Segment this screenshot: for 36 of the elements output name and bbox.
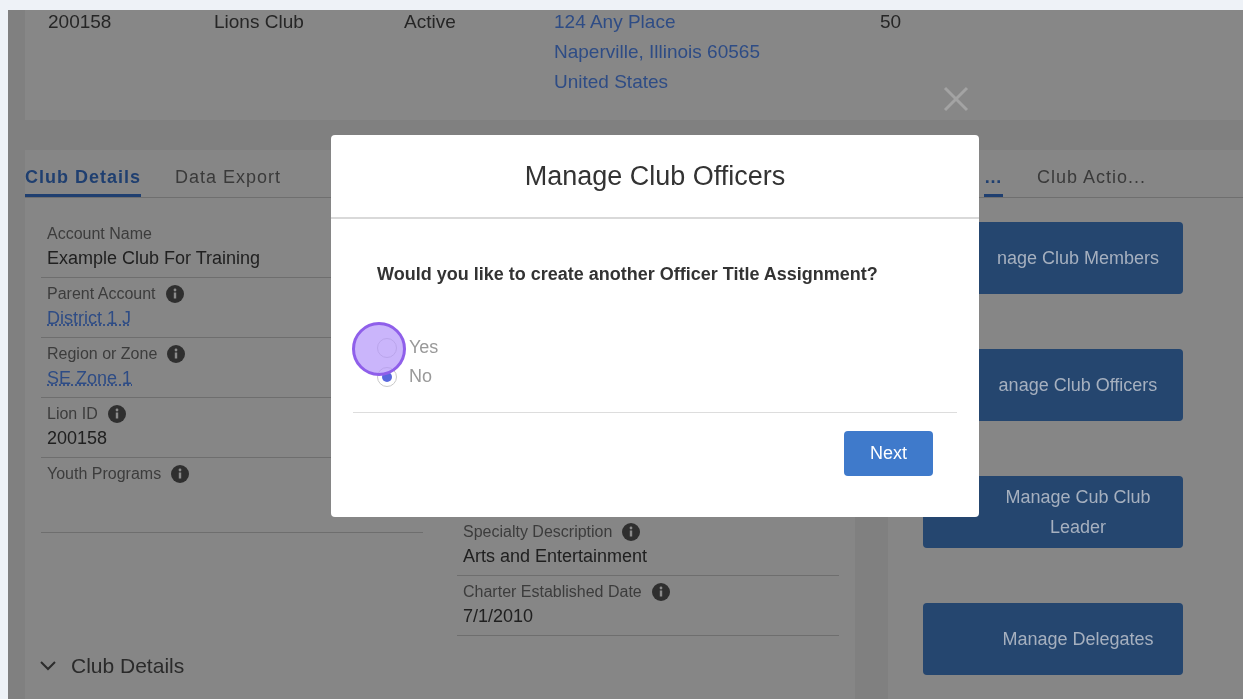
tab[interactable]: Club Actio... <box>1037 150 1147 197</box>
info-icon[interactable] <box>165 285 184 303</box>
field-link[interactable]: SE Zone 1 <box>47 368 133 389</box>
field-label: Parent Account <box>47 285 156 303</box>
action-button[interactable]: Manage Delegates <box>923 603 1183 675</box>
field-value: Example Club For Training <box>47 248 262 269</box>
tab[interactable]: Club Details <box>25 150 142 197</box>
header-cell: Active <box>404 10 456 33</box>
field-label: Lion ID <box>47 405 98 423</box>
field-label: Youth Programs <box>47 465 162 483</box>
radio-label[interactable]: Yes <box>409 337 439 358</box>
section-header[interactable]: Club Details <box>39 654 185 678</box>
info-icon[interactable] <box>622 523 641 541</box>
info-icon[interactable] <box>651 583 670 601</box>
header-cell: 200158 <box>48 10 112 33</box>
info-icon[interactable] <box>167 345 186 363</box>
field-label: Charter Established Date <box>463 583 642 601</box>
tab[interactable]: Data Export <box>175 150 282 197</box>
field-label: Specialty Description <box>463 523 613 541</box>
field-value: 7/1/2010 <box>463 606 535 627</box>
dialog-title: Manage Club Officers <box>524 160 786 192</box>
field-label: Region or Zone <box>47 345 158 363</box>
field-label: Account Name <box>47 225 152 243</box>
radio-label[interactable]: No <box>409 366 432 387</box>
field-value: 200158 <box>47 428 109 449</box>
field-link[interactable]: District 1 J <box>47 308 131 329</box>
header-cell: 50 <box>880 10 902 33</box>
chevron-icon <box>39 660 57 672</box>
question-text: Would you like to create another Officer Title Assignment? <box>377 264 878 284</box>
tab[interactable]: … <box>984 150 1003 197</box>
header-cell: Lions Club <box>214 10 304 33</box>
address-link[interactable]: 124 Any Place Naperville, Illinois 60565 United States <box>554 6 760 97</box>
info-icon[interactable] <box>107 405 126 423</box>
next-button[interactable]: Next <box>844 431 933 476</box>
field-value: Arts and Entertainment <box>463 546 649 567</box>
info-icon[interactable] <box>171 465 190 483</box>
